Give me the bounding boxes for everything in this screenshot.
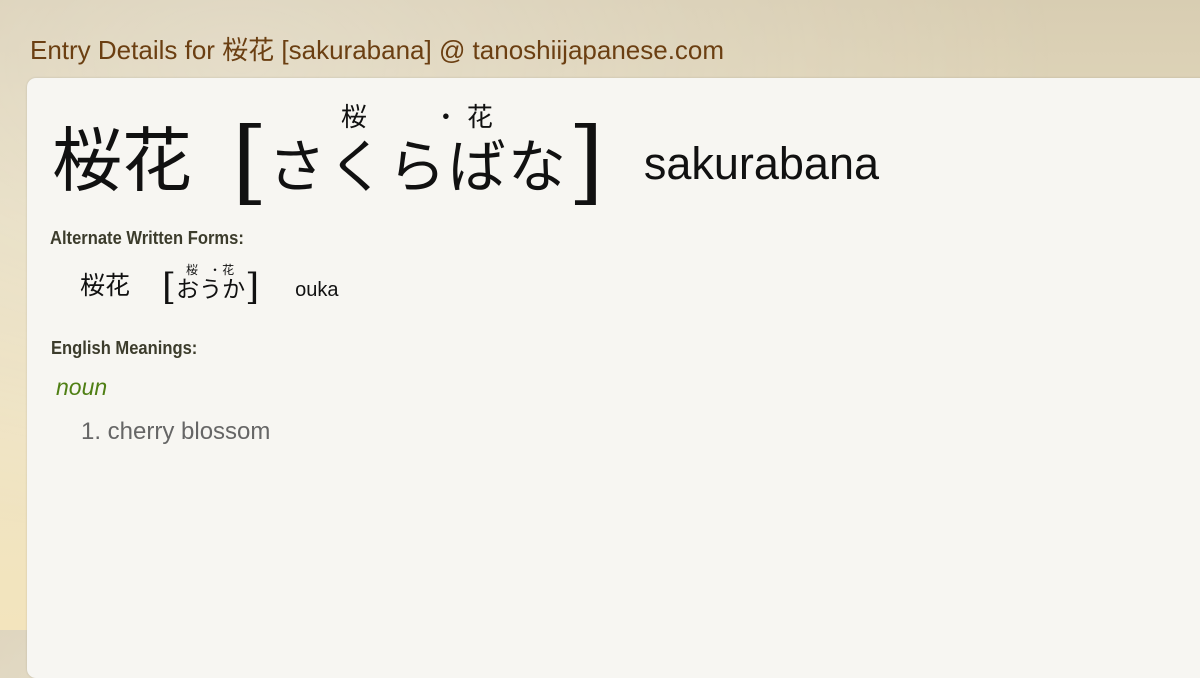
meaning-item: 1. cherry blossom <box>81 418 271 445</box>
alternate-form-furigana: 桜・花 <box>186 261 235 278</box>
entry-romaji: sakurabana <box>643 138 880 189</box>
part-of-speech: noun <box>56 374 108 400</box>
furigana-separator: ・ <box>432 103 461 133</box>
entry-reading: 桜・花 さくらばな <box>268 97 568 196</box>
alternate-close-bracket: ] <box>245 267 260 308</box>
alternate-furigana-kanji-1: 桜 <box>186 263 200 277</box>
alternate-form-item: 桜花 [ 桜・花 おうか ] ouka <box>80 258 338 308</box>
reading-open-bracket: [ <box>232 108 268 215</box>
entry-kanji: 桜花 <box>52 120 192 202</box>
meaning-list: 1. cherry blossom <box>81 418 270 446</box>
alternate-form-reading: 桜・花 おうか <box>176 261 245 302</box>
entry-headword: 桜花 [ 桜・花 さくらばな ] sakurabana <box>52 98 879 208</box>
alternate-form-romaji: ouka <box>295 279 339 301</box>
alternate-form-kana: おうか <box>176 277 246 303</box>
alternate-form-kanji: 桜花 <box>80 271 131 300</box>
english-meanings-label: English Meanings: <box>51 338 198 358</box>
alternate-furigana-kanji-2: 花 <box>222 263 236 277</box>
page-title: Entry Details for 桜花 [sakurabana] @ tano… <box>30 35 725 65</box>
alternate-forms-label: Alternate Written Forms: <box>50 228 244 248</box>
furigana-kanji-2: 花 <box>466 103 495 133</box>
furigana-kanji-1: 桜 <box>340 103 369 133</box>
alternate-furigana-separator: ・ <box>209 263 223 277</box>
entry-furigana: 桜 ・花 <box>341 97 495 134</box>
alternate-open-bracket: [ <box>162 267 177 308</box>
reading-close-bracket: ] <box>567 108 604 215</box>
entry-kana: さくらばな <box>267 133 568 201</box>
